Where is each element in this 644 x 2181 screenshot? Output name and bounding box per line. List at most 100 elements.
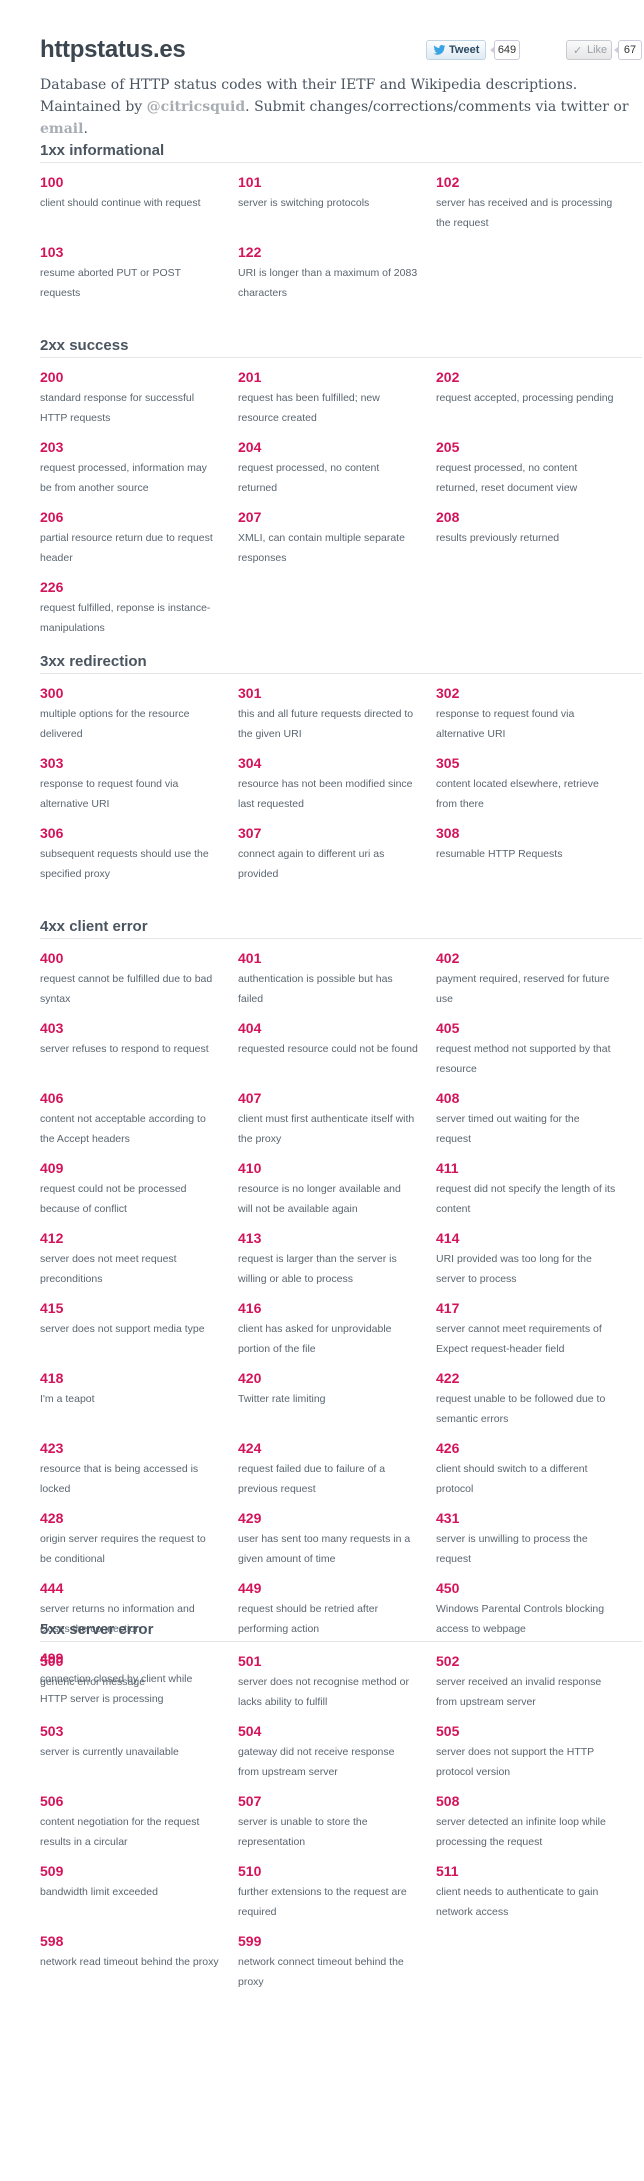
status-code-item: 201 request has been fulfilled; new resou… [238, 368, 418, 428]
status-code-link[interactable]: 509 [40, 1862, 220, 1880]
status-code-link[interactable]: 502 [436, 1652, 616, 1670]
like-label: Like [587, 44, 608, 56]
status-code-link[interactable]: 449 [238, 1579, 418, 1597]
status-code-link[interactable]: 503 [40, 1722, 220, 1740]
status-code-description: partial resource return due to request h… [40, 532, 213, 564]
status-code-link[interactable]: 410 [238, 1159, 418, 1177]
status-code-link[interactable]: 303 [40, 754, 220, 772]
status-code-description: server does not recognise method or lack… [238, 1676, 410, 1708]
status-code-item: 508 server detected an infinite loop whil… [436, 1792, 616, 1852]
status-code-description: response to request found via alternativ… [40, 778, 179, 810]
site-title[interactable]: httpstatus.es [40, 36, 186, 64]
status-code-link[interactable]: 412 [40, 1229, 220, 1247]
status-code-link[interactable]: 500 [40, 1652, 220, 1670]
status-code-link[interactable]: 428 [40, 1509, 220, 1527]
status-code-link[interactable]: 202 [436, 368, 616, 386]
status-code-link[interactable]: 505 [436, 1722, 616, 1740]
status-code-item: 598 network read timeout behind the proxy [40, 1932, 220, 1972]
status-code-link[interactable]: 403 [40, 1019, 220, 1037]
status-code-link[interactable]: 599 [238, 1932, 418, 1950]
status-code-link[interactable]: 308 [436, 824, 616, 842]
status-code-link[interactable]: 101 [238, 173, 418, 191]
status-code-item: 412 server does not meet request precondi… [40, 1229, 220, 1289]
status-code-link[interactable]: 400 [40, 949, 220, 967]
email-link[interactable]: email [40, 121, 83, 137]
status-code-description: client has asked for unprovidable portio… [238, 1323, 392, 1355]
status-code-description: URI provided was too long for the server… [436, 1253, 592, 1285]
status-code-link[interactable]: 510 [238, 1862, 418, 1880]
section-title: 4xx client error [40, 917, 642, 939]
status-code-link[interactable]: 300 [40, 684, 220, 702]
status-code-description: request did not specify the length of it… [436, 1183, 616, 1215]
status-code-link[interactable]: 100 [40, 173, 220, 191]
status-code-link[interactable]: 409 [40, 1159, 220, 1177]
status-code-link[interactable]: 423 [40, 1439, 220, 1457]
status-code-link[interactable]: 504 [238, 1722, 418, 1740]
status-code-link[interactable]: 205 [436, 438, 616, 456]
status-code-item: 501 server does not recognise method or l… [238, 1652, 418, 1712]
status-code-link[interactable]: 417 [436, 1299, 616, 1317]
status-code-link[interactable]: 413 [238, 1229, 418, 1247]
status-code-link[interactable]: 501 [238, 1652, 418, 1670]
status-code-link[interactable]: 431 [436, 1509, 616, 1527]
status-code-description: connect again to different uri as provid… [238, 848, 385, 880]
status-code-link[interactable]: 306 [40, 824, 220, 842]
status-code-description: results previously returned [436, 532, 560, 544]
status-code-link[interactable]: 226 [40, 578, 220, 596]
status-code-link[interactable]: 424 [238, 1439, 418, 1457]
status-code-item: 402 payment required, reserved for future… [436, 949, 616, 1009]
status-code-link[interactable]: 418 [40, 1369, 220, 1387]
status-code-link[interactable]: 444 [40, 1579, 220, 1597]
status-code-item: 102 server has received and is processing… [436, 173, 616, 233]
status-code-description: authentication is possible but has faile… [238, 973, 393, 1005]
status-code-link[interactable]: 506 [40, 1792, 220, 1810]
status-code-link[interactable]: 207 [238, 508, 418, 526]
status-code-description: resume aborted PUT or POST requests [40, 267, 181, 299]
status-code-link[interactable]: 598 [40, 1932, 220, 1950]
status-code-link[interactable]: 511 [436, 1862, 616, 1880]
status-code-link[interactable]: 302 [436, 684, 616, 702]
status-code-link[interactable]: 411 [436, 1159, 616, 1177]
status-code-item: 414 URI provided was too long for the ser… [436, 1229, 616, 1289]
status-code-link[interactable]: 206 [40, 508, 220, 526]
status-code-link[interactable]: 426 [436, 1439, 616, 1457]
status-code-link[interactable]: 200 [40, 368, 220, 386]
status-code-link[interactable]: 508 [436, 1792, 616, 1810]
status-code-link[interactable]: 103 [40, 243, 220, 261]
twitter-handle-link[interactable]: @citricsquid [147, 99, 246, 115]
status-code-link[interactable]: 204 [238, 438, 418, 456]
status-code-link[interactable]: 304 [238, 754, 418, 772]
status-code-item: 303 response to request found via alterna… [40, 754, 220, 814]
status-code-item: 202 request accepted, processing pending [436, 368, 616, 408]
code-grid: 200 standard response for successful HTTP… [40, 368, 642, 648]
status-code-link[interactable]: 401 [238, 949, 418, 967]
status-code-description: network read timeout behind the proxy [40, 1956, 219, 1968]
status-code-link[interactable]: 420 [238, 1369, 418, 1387]
status-code-link[interactable]: 203 [40, 438, 220, 456]
status-code-link[interactable]: 415 [40, 1299, 220, 1317]
status-code-link[interactable]: 301 [238, 684, 418, 702]
status-code-link[interactable]: 414 [436, 1229, 616, 1247]
status-code-link[interactable]: 507 [238, 1792, 418, 1810]
status-code-link[interactable]: 122 [238, 243, 418, 261]
status-code-link[interactable]: 208 [436, 508, 616, 526]
status-code-link[interactable]: 406 [40, 1089, 220, 1107]
status-code-link[interactable]: 402 [436, 949, 616, 967]
status-code-link[interactable]: 408 [436, 1089, 616, 1107]
status-code-description: server does not support the HTTP protoco… [436, 1746, 594, 1778]
status-code-link[interactable]: 102 [436, 173, 616, 191]
status-code-link[interactable]: 450 [436, 1579, 616, 1597]
status-code-link[interactable]: 305 [436, 754, 616, 772]
tweet-button[interactable]: Tweet [426, 40, 486, 60]
status-code-link[interactable]: 407 [238, 1089, 418, 1107]
status-code-link[interactable]: 429 [238, 1509, 418, 1527]
status-code-link[interactable]: 422 [436, 1369, 616, 1387]
status-code-link[interactable]: 416 [238, 1299, 418, 1317]
status-code-description: content not acceptable according to the … [40, 1113, 206, 1145]
status-code-description: network connect timeout behind the proxy [238, 1956, 404, 1988]
status-code-link[interactable]: 307 [238, 824, 418, 842]
status-code-link[interactable]: 404 [238, 1019, 418, 1037]
status-code-link[interactable]: 201 [238, 368, 418, 386]
like-button[interactable]: ✓ Like [566, 40, 612, 60]
status-code-link[interactable]: 405 [436, 1019, 616, 1037]
